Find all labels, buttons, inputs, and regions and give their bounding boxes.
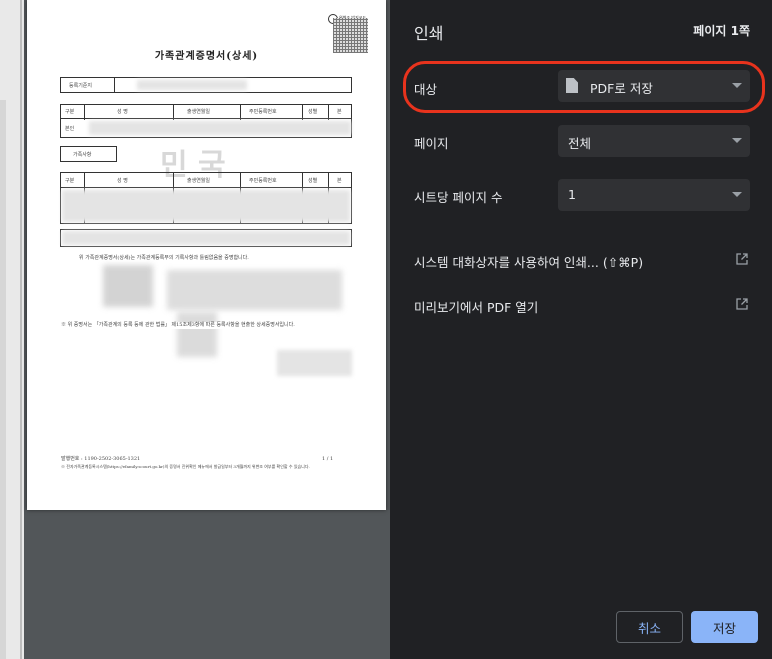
panel-title: 인쇄	[414, 24, 444, 43]
destination-select[interactable]: PDF로 저장	[558, 70, 750, 102]
pages-per-sheet-label: 시트당 페이지 수	[414, 190, 503, 205]
destination-label: 대상	[414, 82, 438, 97]
redacted-self-row	[89, 121, 351, 135]
print-settings-panel: 인쇄 페이지 1쪽 대상 PDF로 저장 페이지 전체 시트당 페이지 수 1 …	[390, 0, 772, 659]
chevron-down-icon	[732, 83, 742, 88]
pages-per-sheet-select[interactable]: 1	[558, 179, 750, 211]
pages-value: 전체	[568, 136, 592, 151]
document-title: 가족관계증명서(상세)	[154, 51, 259, 62]
redacted-seal	[103, 265, 153, 307]
preview-page: 위변조 방지코드 가족관계증명서(상세) 등록기준지 구분 성 명 출생연월일 …	[27, 0, 386, 510]
pages-select[interactable]: 전체	[558, 125, 750, 157]
chevron-down-icon	[732, 138, 742, 143]
certify-text: 위 가족관계증명서(상세)는 가족관계등록부의 기록사항과 틀림없음을 증명합니…	[79, 255, 249, 261]
open-in-new-icon	[736, 298, 748, 310]
pages-per-sheet-value: 1	[568, 187, 576, 202]
page-count: 페이지 1쪽	[693, 24, 750, 38]
cancel-button[interactable]: 취소	[616, 611, 683, 643]
family-label: 가족사항	[73, 152, 92, 158]
footer-note: ※ 전자가족관계등록시스템(https://efamily.scourt.go.…	[61, 464, 310, 469]
file-icon	[566, 78, 578, 93]
page-number: 1 / 1	[322, 456, 334, 462]
system-dialog-link[interactable]: 시스템 대화상자를 사용하여 인쇄... (⇧⌘P)	[414, 252, 748, 271]
save-button[interactable]: 저장	[691, 611, 758, 643]
registration-label: 등록기준지	[69, 83, 93, 89]
pages-label: 페이지	[414, 136, 449, 151]
self-label: 본인	[65, 126, 75, 132]
note-text: ※ 위 증명서는 「가족관계의 등록 등에 관한 법률」 제15조제3항에 따른…	[61, 322, 351, 329]
open-pdf-preview-link[interactable]: 미리보기에서 PDF 열기	[414, 297, 748, 316]
preview-scroll-strip	[0, 0, 24, 659]
open-in-new-icon	[736, 253, 748, 265]
open-pdf-label: 미리보기에서 PDF 열기	[414, 300, 539, 315]
redacted-registration	[137, 80, 247, 90]
redacted-family-rows	[62, 190, 350, 222]
destination-value: PDF로 저장	[590, 81, 653, 96]
print-preview-area: 위변조 방지코드 가족관계증명서(상세) 등록기준지 구분 성 명 출생연월일 …	[0, 0, 390, 659]
issue-number: 발행번호 : 1190-2502-3065-1321	[61, 456, 141, 462]
chevron-down-icon	[732, 192, 742, 197]
system-dialog-label: 시스템 대화상자를 사용하여 인쇄... (⇧⌘P)	[414, 255, 644, 270]
